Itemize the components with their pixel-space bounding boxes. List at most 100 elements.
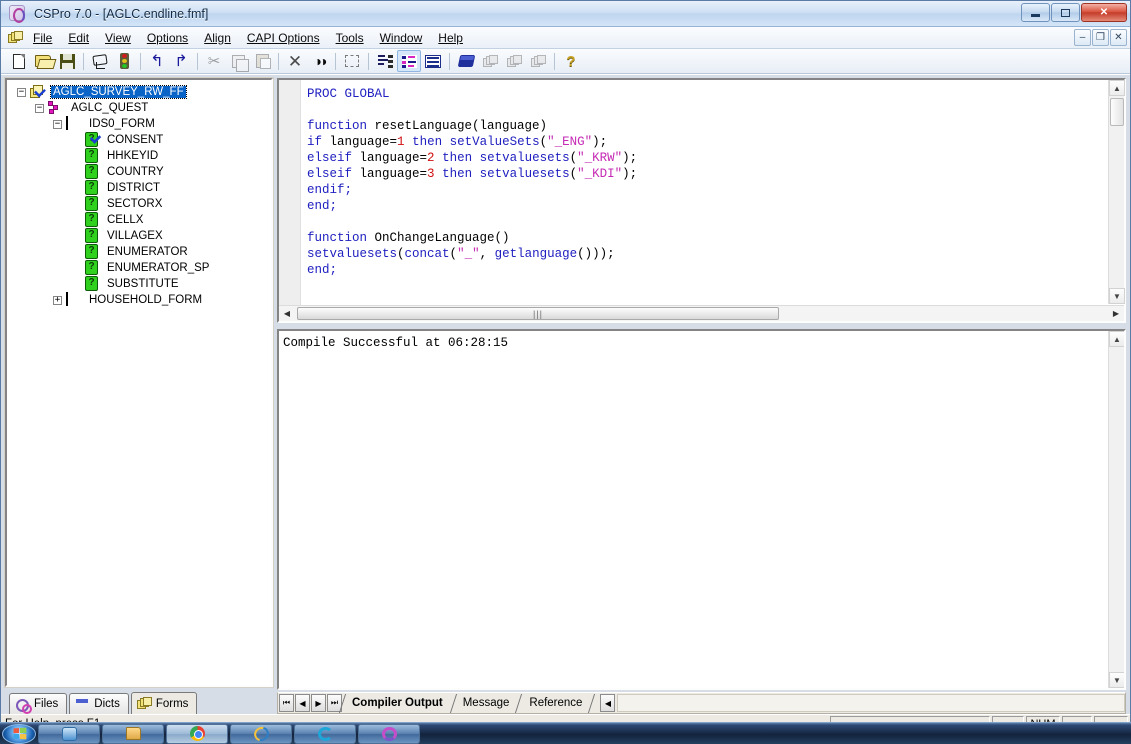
field-properties-icon[interactable] (397, 50, 421, 72)
tree-node-household-form[interactable]: + HOUSEHOLD_FORM (9, 291, 269, 308)
forms-icon[interactable] (5, 31, 25, 44)
menu-tools[interactable]: Tools (328, 29, 372, 47)
tab-compiler-output-label: Compiler Output (352, 697, 443, 709)
menu-edit[interactable]: Edit (60, 29, 97, 47)
scroll-left-icon[interactable]: ◀ (279, 306, 295, 322)
tree-node-aglc-quest[interactable]: − AGLC_QUEST (9, 100, 269, 116)
new-icon[interactable] (7, 50, 31, 72)
maximize-button[interactable] (1051, 3, 1080, 22)
save-icon[interactable] (55, 50, 79, 72)
code-token: "_KDI" (577, 167, 623, 181)
tree-expander[interactable]: − (53, 119, 62, 129)
mdi-restore-button[interactable]: ❐ (1092, 29, 1109, 46)
open-icon[interactable] (31, 50, 55, 72)
tab-message[interactable]: Message (449, 693, 523, 713)
find-icon[interactable]: ◑◑ (307, 50, 331, 72)
code-token: end; (307, 263, 338, 277)
editor-body: PROC GLOBAL function resetLanguage(langu… (279, 80, 1124, 305)
properties-list-icon[interactable] (373, 50, 397, 72)
tree-node-sectorx[interactable]: SECTORX (9, 196, 269, 212)
menu-view[interactable]: View (97, 29, 139, 47)
tree-node-country[interactable]: COUNTRY (9, 164, 269, 180)
editor-horizontal-scrollbar[interactable]: ◀ ||| ▶ (279, 305, 1124, 321)
field-icon (84, 149, 100, 164)
field-icon (84, 181, 100, 196)
nav-first-icon[interactable]: ⏮ (279, 694, 294, 712)
dictionary-icon[interactable] (454, 50, 478, 72)
menu-file[interactable]: File (25, 29, 60, 47)
code-token: getlanguage (494, 247, 578, 261)
taskbar-ie-button[interactable] (230, 723, 292, 744)
toolbar-separator (335, 52, 336, 70)
scroll-up-icon[interactable]: ▲ (1109, 80, 1125, 96)
undo-icon[interactable]: ↰ (145, 50, 169, 72)
select-region-icon[interactable] (340, 50, 364, 72)
tree-node-villagex[interactable]: VILLAGEX (9, 228, 269, 244)
tree-node-aglc-survey-rw-ff[interactable]: − AGLC_SURVEY_RW_FF (9, 84, 269, 100)
scrollbar-thumb[interactable] (1110, 98, 1124, 126)
toolbar-separator (83, 52, 84, 70)
tree-node-enumerator[interactable]: ENUMERATOR (9, 244, 269, 260)
scroll-down-icon[interactable]: ▼ (1109, 672, 1124, 688)
start-orb-icon[interactable] (2, 723, 36, 744)
minimize-button[interactable] (1021, 3, 1050, 22)
scroll-down-icon[interactable]: ▼ (1109, 288, 1125, 304)
forms-tree[interactable]: − AGLC_SURVEY_RW_FF − AGLC_QUEST − IDS0_… (4, 77, 274, 688)
menu-help[interactable]: Help (430, 29, 471, 47)
tree-expander[interactable]: − (35, 103, 44, 113)
output-vertical-scrollbar[interactable]: ▲ ▼ (1108, 331, 1124, 688)
title-bar: CSPro 7.0 - [AGLC.endline.fmf] ✕ (1, 1, 1130, 27)
menu-capi-options[interactable]: CAPI Options (239, 29, 328, 47)
taskbar-folder-button[interactable] (102, 723, 164, 744)
menu-options[interactable]: Options (139, 29, 196, 47)
taskbar-photos-button[interactable] (358, 723, 420, 744)
toolbar-separator (554, 52, 555, 70)
compile-icon[interactable] (88, 50, 112, 72)
nav-next-icon[interactable]: ▶ (311, 694, 326, 712)
taskbar-skype-button[interactable] (294, 723, 356, 744)
tab-dicts[interactable]: Dicts (69, 693, 129, 714)
forms-stack-icon-1 (478, 50, 502, 72)
close-button[interactable]: ✕ (1081, 3, 1127, 22)
code-token: resetLanguage(language) (367, 119, 548, 133)
delete-icon[interactable]: ✕ (283, 50, 307, 72)
tree-node-hhkeyid[interactable]: HHKEYID (9, 148, 269, 164)
help-icon[interactable]: ? (559, 50, 583, 72)
redo-icon[interactable]: ↱ (169, 50, 193, 72)
tab-files[interactable]: Files (9, 693, 68, 714)
nav-prev-icon[interactable]: ◀ (295, 694, 310, 712)
code-token: then (412, 135, 443, 149)
window-controls: ✕ (1020, 3, 1127, 22)
compiler-output-pane[interactable]: Compile Successful at 06:28:15 ▲ ▼ (277, 329, 1126, 690)
editor-code[interactable]: PROC GLOBAL function resetLanguage(langu… (301, 80, 1124, 305)
dicts-icon (75, 698, 90, 711)
mdi-window-controls: – ❐ ✕ (1073, 29, 1127, 46)
scrollbar-thumb-horizontal[interactable]: ||| (297, 307, 779, 320)
tree-node-ids0-form[interactable]: − IDS0_FORM (9, 115, 269, 132)
tree-node-cellx[interactable]: CELLX (9, 212, 269, 228)
menu-align[interactable]: Align (196, 29, 239, 47)
menu-window[interactable]: Window (372, 29, 431, 47)
tab-reference[interactable]: Reference (519, 693, 596, 713)
mdi-close-button[interactable]: ✕ (1110, 29, 1127, 46)
tree-expander[interactable]: − (17, 87, 26, 97)
tab-forms[interactable]: Forms (130, 692, 198, 714)
traffic-light-icon[interactable] (112, 50, 136, 72)
tree-expander[interactable]: + (53, 295, 62, 305)
code-token: 2 (427, 151, 435, 165)
tree-node-district[interactable]: DISTRICT (9, 180, 269, 196)
scroll-right-icon[interactable]: ▶ (1108, 306, 1124, 322)
scroll-up-icon[interactable]: ▲ (1109, 331, 1124, 347)
taskbar-explorer-button[interactable] (38, 723, 100, 744)
form-view-icon[interactable] (421, 50, 445, 72)
editor-vertical-scrollbar[interactable]: ▲ ▼ (1108, 80, 1125, 304)
code-token: ())); (577, 247, 615, 261)
tree-node-substitute[interactable]: SUBSTITUTE (9, 276, 269, 292)
tab-compiler-output[interactable]: Compiler Output (338, 693, 453, 713)
tabbar-scroll-left-icon[interactable]: ◀ (600, 694, 616, 712)
taskbar-chrome-button[interactable] (166, 723, 228, 744)
logic-editor[interactable]: PROC GLOBAL function resetLanguage(langu… (277, 78, 1126, 323)
tree-node-enumerator-sp[interactable]: ENUMERATOR_SP (9, 260, 269, 276)
mdi-minimize-button[interactable]: – (1074, 29, 1091, 46)
tree-node-consent[interactable]: CONSENT (9, 132, 269, 148)
